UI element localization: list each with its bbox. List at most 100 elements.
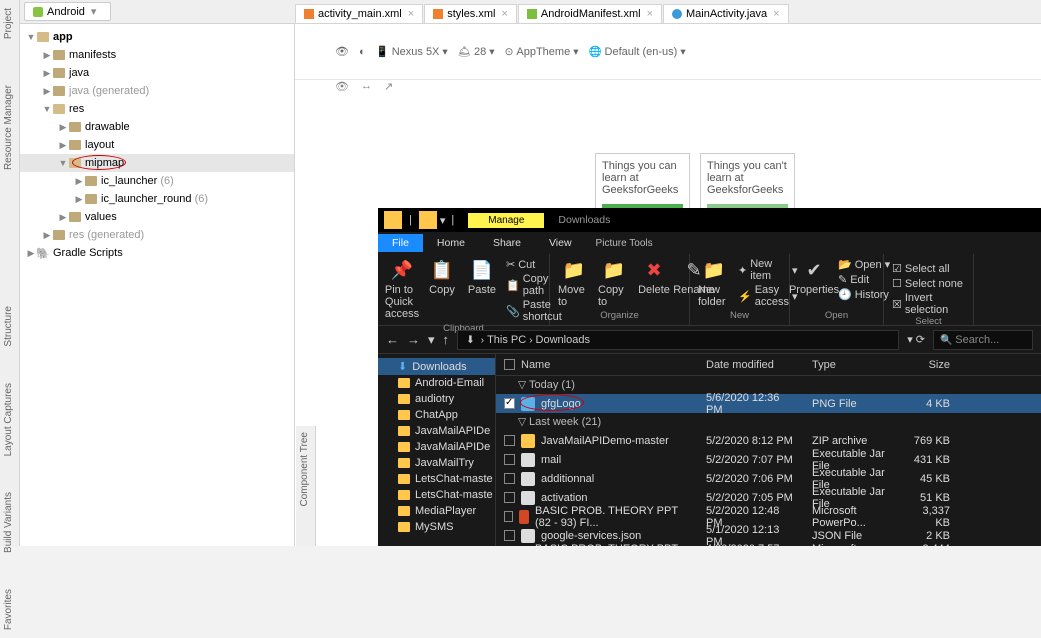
file-row[interactable]: JavaMailAPIDemo-master5/2/2020 8:12 PMZI…	[496, 431, 1041, 450]
side-item[interactable]: MediaPlayer	[378, 503, 495, 519]
recent-button[interactable]: ▾	[428, 332, 435, 348]
side-item[interactable]: Android-Email	[378, 375, 495, 391]
picture-tools[interactable]: Picture Tools	[586, 235, 663, 252]
locale-selector[interactable]: 🌐 Default (en-us) ▾	[588, 45, 685, 58]
selectall-button[interactable]: ☑ Select all	[892, 262, 965, 275]
tree-app[interactable]: app	[53, 31, 73, 43]
tree-ic-launcher[interactable]: ic_launcher	[101, 175, 157, 187]
dropdown-icon[interactable]: ▾	[440, 214, 446, 227]
side-item[interactable]: JavaMailAPIDe	[378, 439, 495, 455]
row-check[interactable]	[504, 435, 515, 446]
section-lastweek[interactable]: ▽ Last week (21)	[496, 413, 1041, 431]
history-button[interactable]: 🕘 History	[838, 288, 890, 301]
selectinv-button[interactable]: ☒ Invert selection	[892, 292, 965, 316]
file-name: JavaMailAPIDemo-master	[541, 435, 669, 447]
copyto-button[interactable]: 📁Copy to	[598, 258, 630, 308]
delete-button[interactable]: ✖Delete	[638, 258, 670, 308]
side-item[interactable]: LetsChat-maste	[378, 487, 495, 503]
open-button[interactable]: 📂 Open ▾	[838, 258, 890, 271]
module-selector[interactable]: Android	[24, 2, 111, 21]
paste-button[interactable]: 📄Paste	[466, 258, 498, 323]
side-downloads[interactable]: ⬇Downloads	[378, 358, 495, 375]
ribbon-home[interactable]: Home	[423, 234, 479, 252]
close-icon[interactable]: ×	[773, 8, 779, 20]
tree-mipmap[interactable]: mipmap	[85, 157, 124, 169]
up-button[interactable]: ↑	[443, 332, 450, 347]
eye-icon[interactable]: 👁	[335, 45, 349, 58]
rail-resmgr[interactable]: Resource Manager	[0, 77, 17, 178]
props-button[interactable]: ✔Properties	[798, 258, 830, 301]
newitem-button[interactable]: ✦ New item ▾	[738, 258, 797, 282]
pin-button[interactable]: 📌Pin to Quick access	[386, 258, 418, 323]
col-type[interactable]: Type	[804, 359, 898, 371]
file-row[interactable]: mail5/2/2020 7:07 PMExecutable Jar File4…	[496, 450, 1041, 469]
view-icon[interactable]: 👁	[335, 80, 349, 93]
theme-selector[interactable]: ⊙ AppTheme ▾	[505, 46, 579, 58]
side-item[interactable]: JavaMailTry	[378, 455, 495, 471]
selectnone-button[interactable]: ☐ Select none	[892, 277, 965, 290]
rail-structure[interactable]: Structure	[0, 298, 17, 355]
row-check[interactable]	[504, 454, 515, 465]
refresh-icon[interactable]: ▾ ⟳	[907, 333, 925, 346]
tree-java-gen[interactable]: java (generated)	[69, 85, 149, 97]
back-button[interactable]: ←	[386, 332, 399, 347]
tree-ic-launcher-round[interactable]: ic_launcher_round	[101, 193, 192, 205]
device-selector[interactable]: 📱 Nexus 5X ▾	[376, 45, 448, 58]
side-item[interactable]: audiotry	[378, 391, 495, 407]
fwd-button[interactable]: →	[407, 332, 420, 347]
row-check[interactable]	[504, 530, 515, 541]
manage-tab[interactable]: Manage	[468, 213, 544, 228]
tree-res-gen[interactable]: res (generated)	[69, 229, 144, 241]
close-icon[interactable]: ×	[408, 8, 414, 20]
file-row[interactable]: gfgLogo5/6/2020 12:36 PMPNG File4 KB	[496, 394, 1041, 413]
row-check[interactable]	[504, 473, 515, 484]
arrow-icon[interactable]: ↗	[384, 80, 393, 93]
rail-layout[interactable]: Layout Captures	[0, 375, 17, 464]
newfolder-button[interactable]: 📁New folder	[698, 258, 730, 308]
row-check[interactable]	[504, 492, 515, 503]
tree-layout[interactable]: layout	[85, 139, 114, 151]
ribbon-view[interactable]: View	[535, 234, 586, 252]
check-all[interactable]	[504, 359, 515, 370]
rail-project[interactable]: Project	[0, 0, 17, 47]
address-bar[interactable]: ⬇ › This PC › Downloads	[457, 330, 899, 350]
side-item[interactable]: LetsChat-maste	[378, 471, 495, 487]
row-check[interactable]	[504, 511, 513, 522]
rail-fav[interactable]: Favorites	[0, 581, 17, 638]
side-item[interactable]: ChatApp	[378, 407, 495, 423]
gradle-icon: 🐘	[36, 247, 50, 259]
move-button[interactable]: 📁Move to	[558, 258, 590, 308]
copy-button[interactable]: 📋Copy	[426, 258, 458, 323]
col-date[interactable]: Date modified	[698, 359, 804, 371]
tree-drawable[interactable]: drawable	[85, 121, 130, 133]
tree-gradle[interactable]: Gradle Scripts	[53, 247, 123, 259]
tab-styles[interactable]: styles.xml×	[424, 4, 517, 23]
explorer-sidebar[interactable]: ⬇Downloads Android-Email audiotry ChatAp…	[378, 354, 496, 546]
rail-build[interactable]: Build Variants	[0, 484, 17, 561]
file-list[interactable]: Name Date modified Type Size ▽ Today (1)…	[496, 354, 1041, 546]
tree-java[interactable]: java	[69, 67, 89, 79]
col-name[interactable]: Name	[521, 359, 550, 371]
tab-activity-main[interactable]: activity_main.xml×	[295, 4, 423, 23]
tree-manifests[interactable]: manifests	[69, 49, 116, 61]
search-input[interactable]: 🔍 Search...	[933, 330, 1033, 350]
orientation-icon[interactable]: ◐	[359, 46, 366, 58]
tree-res[interactable]: res	[69, 103, 84, 115]
close-icon[interactable]: ×	[501, 8, 507, 20]
project-tree[interactable]: ▼app ▶manifests ▶java ▶java (generated) …	[20, 24, 295, 546]
col-size[interactable]: Size	[898, 359, 958, 371]
row-check[interactable]	[504, 398, 515, 409]
file-row[interactable]: additionnal5/2/2020 7:06 PMExecutable Ja…	[496, 469, 1041, 488]
side-item[interactable]: JavaMailAPIDe	[378, 423, 495, 439]
edit-button[interactable]: ✎ Edit	[838, 273, 890, 286]
tab-mainactivity[interactable]: MainActivity.java×	[663, 4, 789, 23]
ribbon-file[interactable]: File	[378, 234, 423, 252]
api-selector[interactable]: 🛎 28 ▾	[458, 45, 495, 58]
tab-manifest[interactable]: AndroidManifest.xml×	[518, 4, 662, 23]
close-icon[interactable]: ×	[647, 8, 653, 20]
ribbon-share[interactable]: Share	[479, 234, 535, 252]
tree-values[interactable]: values	[85, 211, 117, 223]
zoom-icon[interactable]: ↔	[361, 80, 372, 93]
side-item[interactable]: MySMS	[378, 519, 495, 535]
component-tree-tab[interactable]: Component Tree	[296, 426, 313, 513]
